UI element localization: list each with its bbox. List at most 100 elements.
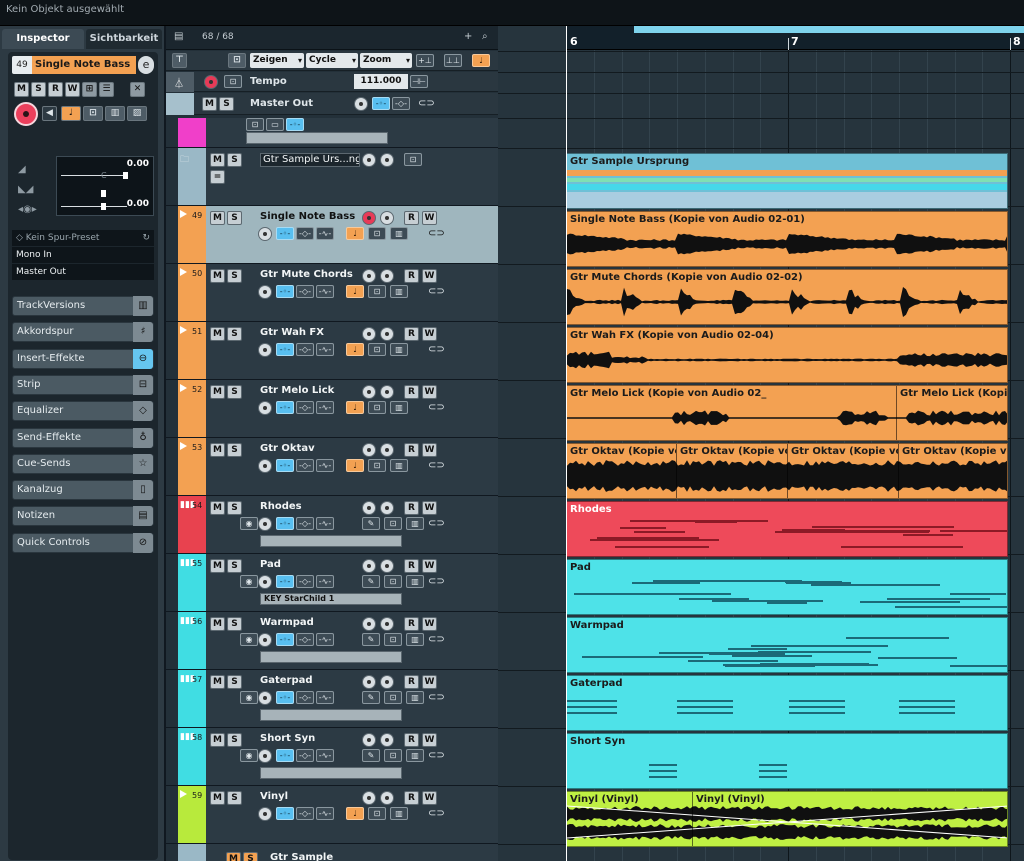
solo-button[interactable]: S bbox=[227, 501, 242, 515]
track-name[interactable]: Single Note Bass bbox=[260, 211, 360, 225]
freeze-icon[interactable]: ⊞ bbox=[82, 82, 97, 97]
fx-bypass-icon[interactable]: -◇- bbox=[296, 517, 314, 530]
monitor-button[interactable] bbox=[380, 269, 394, 283]
keyboard-icon[interactable]: ▥ bbox=[406, 691, 424, 704]
track-row[interactable]: ⊡ ▭ -◦- bbox=[166, 118, 498, 148]
send-bypass-icon[interactable]: -∿- bbox=[316, 691, 334, 704]
timebase-note-icon[interactable]: ♩ bbox=[346, 807, 364, 820]
section-send-effekte[interactable]: Send-Effekte ♁ bbox=[12, 427, 154, 448]
track-row[interactable]: ▮▮▮ 57 M S Gaterpad R W -◦- -◇- -∿- ◉ ✎ ⊡ ▥ ⊂⊃ bbox=[166, 670, 498, 728]
record-enable-button[interactable] bbox=[362, 443, 376, 457]
send-bypass-icon[interactable]: -∿- bbox=[316, 807, 334, 820]
read-button[interactable]: R bbox=[404, 211, 419, 225]
write-button[interactable]: W bbox=[422, 791, 437, 805]
edit-channel-icon[interactable] bbox=[258, 691, 272, 705]
edit-in-place-icon[interactable]: ✎ bbox=[362, 517, 380, 530]
mute-button[interactable]: M bbox=[210, 559, 225, 573]
write-button[interactable]: W bbox=[422, 501, 437, 515]
lock-icon[interactable]: ⊡ bbox=[384, 749, 402, 762]
track-versions-icon[interactable]: ▥ bbox=[133, 296, 153, 316]
instrument-preset-field[interactable]: KEY StarChild 1 bbox=[260, 593, 402, 605]
lock-icon[interactable]: ⊡ bbox=[368, 459, 386, 472]
track-row[interactable]: 49 M S Single Note Bass R W -◦- -◇- -∿- ♩ ⊡ ▥ ⊂⊃ bbox=[166, 206, 498, 264]
section-notizen[interactable]: Notizen ▤ bbox=[12, 506, 154, 527]
write-button[interactable]: W bbox=[65, 82, 80, 97]
link-icon[interactable]: ⊂⊃ bbox=[428, 460, 445, 471]
lock-icon[interactable]: ⊡ bbox=[246, 118, 264, 131]
fx-bypass-icon[interactable]: -◇- bbox=[296, 343, 314, 356]
mute-button[interactable]: M bbox=[210, 617, 225, 631]
track-name[interactable]: Gaterpad bbox=[260, 675, 360, 689]
link-icon[interactable]: ⊂⊃ bbox=[428, 576, 445, 587]
record-enable-button[interactable] bbox=[362, 559, 376, 573]
section-cue-sends[interactable]: Cue-Sends ☆ bbox=[12, 453, 154, 474]
timebase-note-icon[interactable]: ♩ bbox=[346, 459, 364, 472]
mute-button[interactable]: M bbox=[210, 791, 225, 805]
cycle-range[interactable] bbox=[634, 26, 1024, 33]
lock-icon[interactable]: ⊡ bbox=[368, 227, 386, 240]
keyboard-icon[interactable]: ▥ bbox=[390, 285, 408, 298]
fx-bypass-icon[interactable]: -◇- bbox=[296, 575, 314, 588]
eq-bypass-icon[interactable]: -◦- bbox=[276, 343, 294, 356]
fx-bypass-icon[interactable]: -◇- bbox=[296, 749, 314, 762]
send-bypass-icon[interactable]: -∿- bbox=[316, 401, 334, 414]
cycle-dropdown[interactable]: Cycle bbox=[306, 53, 358, 68]
record-enable-button[interactable] bbox=[362, 617, 376, 631]
monitor-button[interactable] bbox=[380, 559, 394, 573]
edit-channel-icon[interactable] bbox=[258, 227, 272, 241]
monitor-button[interactable] bbox=[380, 791, 394, 805]
timebase-note-icon[interactable]: ♩ bbox=[346, 285, 364, 298]
edit-in-place-icon[interactable]: ✎ bbox=[362, 575, 380, 588]
event-part[interactable]: Gtr Sample Ursprung bbox=[566, 153, 1008, 209]
edit-channel-icon[interactable] bbox=[258, 749, 272, 763]
edit-channel-icon[interactable] bbox=[258, 575, 272, 589]
track-name[interactable]: Pad bbox=[260, 559, 360, 573]
link-icon[interactable]: ⊂⊃ bbox=[428, 634, 445, 645]
record-enable-button[interactable] bbox=[362, 385, 376, 399]
record-enable-button[interactable] bbox=[362, 733, 376, 747]
event-part[interactable]: Gaterpad bbox=[566, 675, 1008, 731]
section-akkordspur[interactable]: Akkordspur ♯ bbox=[12, 322, 154, 343]
edit-in-place-icon[interactable]: ▭ bbox=[266, 118, 284, 131]
solo-button[interactable]: S bbox=[227, 443, 242, 457]
record-enable-button[interactable] bbox=[362, 791, 376, 805]
send-bypass-icon[interactable]: -∿- bbox=[316, 285, 334, 298]
track-name[interactable]: Vinyl bbox=[260, 791, 360, 805]
eq-bypass-icon[interactable]: -◦- bbox=[286, 118, 304, 131]
inspector-track-header[interactable]: 49 Single Note Bass e bbox=[12, 56, 154, 74]
timebase-note-icon[interactable]: ♩ bbox=[346, 227, 364, 240]
keyboard-icon[interactable]: ▥ bbox=[406, 633, 424, 646]
keyboard-icon[interactable]: ▥ bbox=[406, 575, 424, 588]
write-button[interactable]: W bbox=[422, 443, 437, 457]
volume-handle[interactable] bbox=[123, 172, 128, 179]
section-quick-controls[interactable]: Quick Controls ⊘ bbox=[12, 532, 154, 553]
tempo-activate-button[interactable] bbox=[204, 75, 218, 89]
monitor-button[interactable] bbox=[380, 385, 394, 399]
lock-icon[interactable]: ⊡ bbox=[384, 517, 402, 530]
edit-in-place-icon[interactable]: ✎ bbox=[362, 691, 380, 704]
write-button[interactable]: W bbox=[422, 617, 437, 631]
refresh-icon[interactable]: ↻ bbox=[142, 230, 150, 246]
track-color-strip[interactable] bbox=[178, 118, 206, 147]
monitor-button[interactable] bbox=[380, 733, 394, 747]
record-enable-button[interactable] bbox=[362, 153, 376, 167]
track-row[interactable]: ▮▮▮ 58 M S Short Syn R W -◦- -◇- -∿- ◉ ✎ ⊡ ▥ ⊂⊃ bbox=[166, 728, 498, 786]
pan-handle[interactable] bbox=[101, 190, 106, 197]
read-button[interactable]: R bbox=[404, 443, 419, 457]
monitor-icon[interactable]: ◀ bbox=[42, 106, 57, 121]
edit-channel-icon[interactable] bbox=[354, 97, 368, 111]
lock-icon[interactable]: ⊡ bbox=[404, 153, 422, 166]
track-row[interactable]: 🗀 M S Gtr Sample Urs...ng ⊡ = bbox=[166, 148, 498, 206]
show-dropdown[interactable]: Zeigen bbox=[250, 53, 304, 68]
keyboard-icon[interactable]: ▥ bbox=[406, 749, 424, 762]
track-name[interactable]: Gtr Melo Lick bbox=[260, 385, 360, 399]
eq-bypass-icon[interactable]: -◦- bbox=[276, 575, 294, 588]
edit-channel-icon[interactable]: e bbox=[138, 56, 154, 74]
track-row[interactable]: 51 M S Gtr Wah FX R W -◦- -◇- -∿- ♩ ⊡ ▥ ⊂⊃ bbox=[166, 322, 498, 380]
eq-icon[interactable]: ◇ bbox=[133, 401, 153, 422]
edit-channel-icon[interactable] bbox=[258, 285, 272, 299]
event-segment[interactable]: Gtr Melo Lick (Kopie von Audio 02_ bbox=[567, 386, 897, 440]
mute-button[interactable]: M bbox=[226, 852, 241, 861]
list-icon[interactable]: ▤ bbox=[174, 31, 183, 42]
search-icon[interactable]: ⌕ bbox=[482, 31, 488, 42]
